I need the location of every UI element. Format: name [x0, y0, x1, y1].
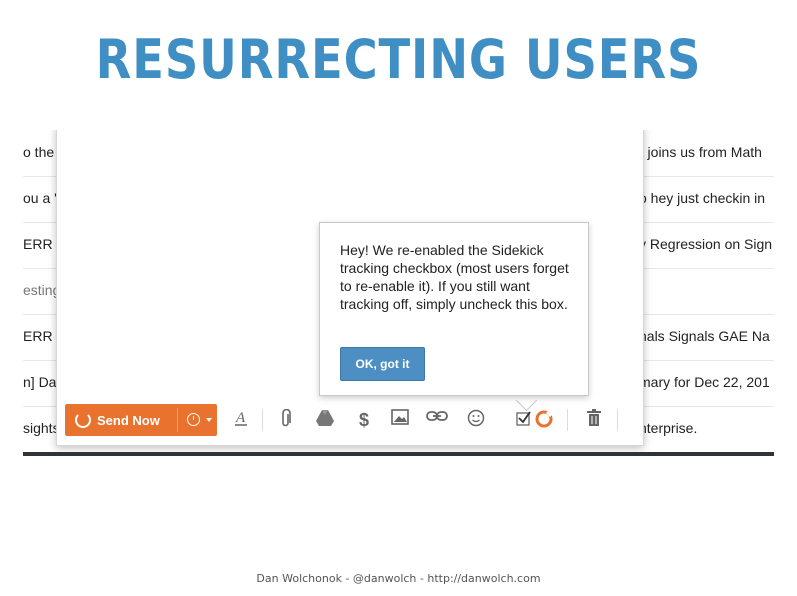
schedule-clock-icon[interactable]: [187, 413, 200, 426]
svg-text:A: A: [235, 410, 246, 426]
inbox-row-sender: sights: [23, 420, 60, 436]
inbox-row-snippet: r joins us from Math: [639, 144, 762, 160]
toolbar-divider: [617, 409, 618, 431]
inbox-row-snippet: o hey just checkin in: [639, 190, 766, 206]
link-icon[interactable]: [426, 409, 448, 431]
inbox-row-sender: o the: [23, 144, 55, 160]
trash-icon[interactable]: [583, 409, 605, 431]
send-spinner-icon: [75, 412, 91, 428]
slide-title: RESURRECTING USERS: [95, 28, 702, 91]
screenshot-bottom-border: [23, 452, 774, 456]
send-now-button[interactable]: Send Now: [65, 404, 217, 436]
inbox-row-snippet: mary for Dec 22, 201: [639, 374, 770, 390]
attachment-icon[interactable]: [275, 409, 297, 431]
popover-message: Hey! We re-enabled the Sidekick tracking…: [340, 242, 569, 312]
slide-footer: Dan Wolchonok - @danwolch - http://danwo…: [256, 572, 541, 585]
send-button-divider: [177, 408, 178, 432]
inbox-row-sender: esting: [23, 282, 61, 298]
sidekick-logo-icon[interactable]: [533, 409, 555, 431]
emoji-icon[interactable]: [465, 409, 487, 431]
compose-toolbar: Send Now A $: [57, 397, 643, 441]
toolbar-divider: [567, 409, 568, 431]
inbox-row-snippet: y Regression on Sign: [639, 236, 773, 252]
inbox-row-sender: n] Da: [23, 374, 57, 390]
ok-got-it-button[interactable]: OK, got it: [340, 347, 425, 381]
insert-photo-icon[interactable]: [389, 409, 411, 431]
inbox-row-sender: ERR: [23, 236, 53, 252]
inbox-row-sender: ERR: [23, 328, 53, 344]
toolbar-divider: [262, 409, 263, 431]
dropdown-caret-icon[interactable]: [206, 418, 212, 422]
inbox-row-snippet: nals Signals GAE Na: [639, 328, 770, 344]
money-icon[interactable]: $: [353, 409, 375, 431]
tracking-checkbox-icon[interactable]: [513, 409, 535, 431]
tracking-popover: Hey! We re-enabled the Sidekick tracking…: [319, 222, 589, 396]
send-now-label: Send Now: [97, 413, 160, 428]
inbox-row-snippet: nterprise.: [639, 420, 698, 436]
text-format-icon[interactable]: A: [230, 409, 252, 431]
inbox-row-sender: ou a ': [23, 190, 57, 206]
google-drive-icon[interactable]: [314, 409, 336, 431]
